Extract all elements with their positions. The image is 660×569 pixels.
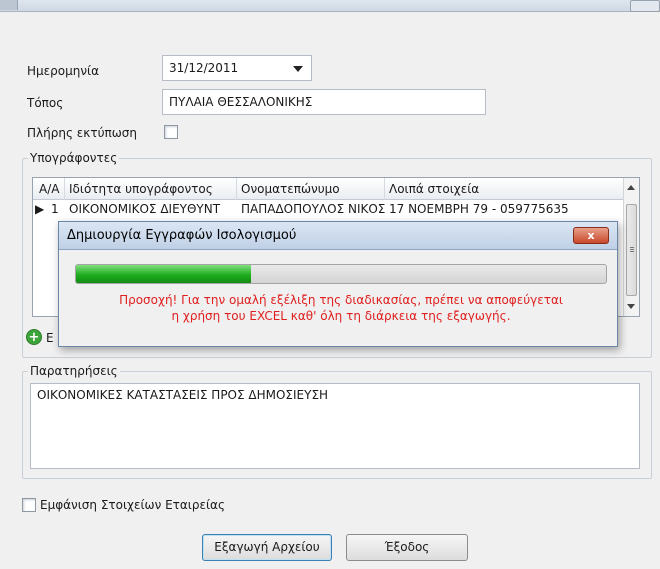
date-value: 31/12/2011 bbox=[169, 61, 239, 75]
place-value: ΠΥΛΑΙΑ ΘΕΣΣΑΛΟΝΙΚΗΣ bbox=[169, 95, 313, 109]
warning-line-2: η χρήση του EXCEL καθ' όλη τη διάρκεια τ… bbox=[171, 309, 511, 323]
notes-value: ΟΙΚΟΝΟΜΙΚΕΣ ΚΑΤΑΣΤΑΣΕΙΣ ΠΡΟΣ ΔΗΜΟΣΙΕΥΣΗ bbox=[37, 388, 329, 402]
warning-line-1: Προσοχή! Για την ομαλή εξέλιξη της διαδι… bbox=[119, 293, 563, 307]
progress-bar bbox=[75, 264, 607, 284]
warning-text: Προσοχή! Για την ομαλή εξέλιξη της διαδι… bbox=[75, 292, 607, 324]
progress-bar-fill bbox=[76, 265, 251, 283]
signers-group-title: Υπογράφοντες bbox=[28, 151, 120, 165]
chevron-down-icon bbox=[293, 66, 303, 72]
export-file-button[interactable]: Εξαγωγή Αρχείου bbox=[202, 534, 332, 561]
col-header-role[interactable]: Ιδιότητα υπογράφοντος bbox=[65, 178, 237, 200]
full-print-label: Πλήρης εκτύπωση bbox=[27, 126, 138, 140]
row-pointer-icon: ▶ bbox=[35, 202, 45, 216]
grip-icon bbox=[630, 247, 634, 248]
cell-number: 1 bbox=[51, 202, 59, 216]
window-titlebar bbox=[0, 0, 660, 12]
progress-dialog: Δημιουργία Εγγραφών Ισολογισμού x Προσοχ… bbox=[58, 221, 618, 347]
date-dropdown[interactable]: 31/12/2011 bbox=[162, 55, 312, 81]
place-label: Τόπος bbox=[27, 96, 64, 110]
close-icon[interactable]: x bbox=[573, 227, 609, 244]
col-header-name[interactable]: Ονοματεπώνυμο bbox=[237, 178, 385, 200]
grid-header: Α/Α Ιδιότητα υπογράφοντος Ονοματεπώνυμο … bbox=[33, 178, 625, 200]
cell-name: ΠΑΠΑΔΟΠΟΥΛΟΣ ΝΙΚΟΣ bbox=[241, 202, 385, 216]
exit-button[interactable]: Έξοδος bbox=[346, 534, 468, 561]
date-label: Ημερομηνία bbox=[27, 64, 100, 78]
add-signer-icon[interactable]: + bbox=[26, 329, 42, 345]
full-print-checkbox[interactable] bbox=[164, 125, 178, 139]
scroll-up-icon[interactable] bbox=[627, 185, 635, 190]
col-header-number[interactable]: Α/Α bbox=[33, 178, 65, 200]
scroll-thumb[interactable] bbox=[626, 204, 637, 296]
dialog-title: Δημιουργία Εγγραφών Ισολογισμού bbox=[67, 228, 297, 243]
cell-details: 17 ΝΟΕΜΒΡΗ 79 - 059775635 bbox=[389, 202, 569, 216]
window-icon bbox=[0, 0, 18, 10]
dialog-titlebar: Δημιουργία Εγγραφών Ισολογισμού x bbox=[59, 222, 617, 250]
scroll-down-icon[interactable] bbox=[627, 304, 635, 309]
notes-textarea[interactable]: ΟΙΚΟΝΟΜΙΚΕΣ ΚΑΤΑΣΤΑΣΕΙΣ ΠΡΟΣ ΔΗΜΟΣΙΕΥΣΗ bbox=[30, 383, 640, 469]
notes-group-title: Παρατηρήσεις bbox=[28, 364, 120, 378]
table-row[interactable]: ▶ 1 ΟΙΚΟΝΟΜΙΚΟΣ ΔΙΕΥΘΥΝΤ ΠΑΠΑΔΟΠΟΥΛΟΣ ΝΙ… bbox=[33, 200, 625, 218]
window-control-button[interactable] bbox=[630, 0, 660, 12]
show-company-label: Εμφάνιση Στοιχείων Εταιρείας bbox=[40, 498, 225, 512]
place-input[interactable]: ΠΥΛΑΙΑ ΘΕΣΣΑΛΟΝΙΚΗΣ bbox=[162, 89, 486, 115]
add-signer-label[interactable]: E bbox=[46, 331, 54, 345]
grid-vertical-scrollbar[interactable] bbox=[623, 178, 639, 316]
col-header-details[interactable]: Λοιπά στοιχεία bbox=[385, 178, 625, 200]
cell-role: ΟΙΚΟΝΟΜΙΚΟΣ ΔΙΕΥΘΥΝΤ bbox=[69, 202, 221, 216]
show-company-checkbox[interactable] bbox=[22, 498, 36, 512]
